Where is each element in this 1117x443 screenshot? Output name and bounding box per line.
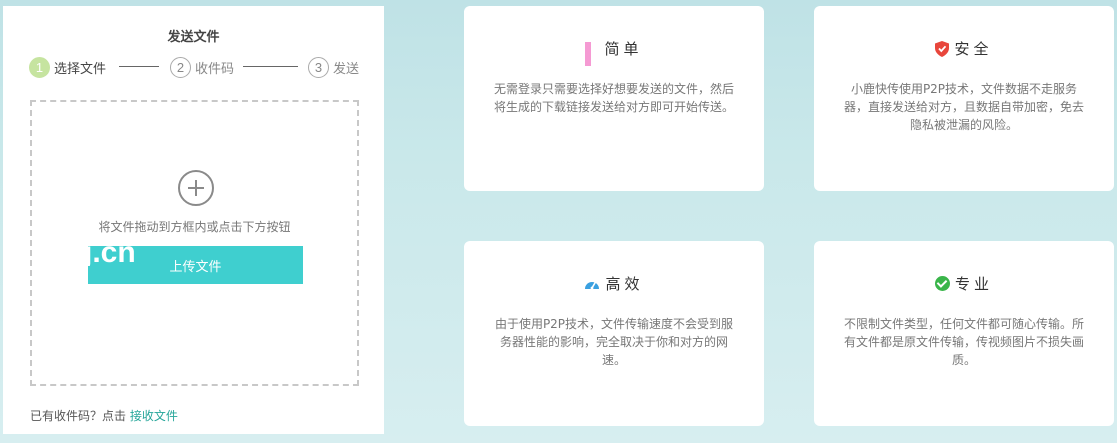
- panel-title: 发送文件: [167, 30, 220, 45]
- feature-heading: 安全: [814, 38, 1114, 59]
- feature-title: 安全: [954, 40, 993, 58]
- step-receive-code: 2 收件码: [170, 56, 234, 78]
- grid-icon: [585, 41, 599, 66]
- feature-title: 简单: [604, 40, 643, 58]
- step-label: 收件码: [195, 61, 235, 77]
- feature-heading: 高效: [464, 273, 764, 294]
- feature-card-secure: 安全 小鹿快传使用P2P技术，文件数据不走服务器，直接发送给对方，且数据自带加密…: [814, 6, 1114, 191]
- receive-row: 已有收件码？点击 接收文件: [30, 407, 178, 424]
- watermark-logo: j.cn: [84, 240, 136, 266]
- send-file-panel: 发送文件 1 选择文件 2 收件码 3 发送 将文件拖动到方框内或点击下方按钮 …: [3, 6, 384, 434]
- feature-description: 小鹿快传使用P2P技术，文件数据不走服务器，直接发送给对方，且数据自带加密，免去…: [844, 82, 1085, 132]
- feature-description: 由于使用P2P技术，文件传输速度不会受到服务器性能的影响，完全取决于你和对方的网…: [494, 317, 734, 367]
- step-divider: [119, 66, 159, 67]
- step-label: 发送: [333, 61, 360, 77]
- feature-card-professional: 专业 不限制文件类型，任何文件都可随心传输。所有文件都是原文件传输，传视频图片不…: [814, 241, 1114, 426]
- check-circle-icon: [934, 276, 950, 291]
- shield-icon: [935, 40, 950, 57]
- feature-description: 不限制文件类型，任何文件都可随心传输。所有文件都是原文件传输，传视频图片不损失画…: [844, 317, 1085, 367]
- receive-file-link[interactable]: 接收文件: [130, 409, 178, 423]
- feature-heading: 简单: [464, 38, 764, 66]
- feature-title: 高效: [605, 275, 644, 293]
- step-send: 3 发送: [308, 56, 359, 78]
- feature-card-simple: 简单 无需登录只需要选择好想要发送的文件，然后将生成的下载链接发送给对方即可开始…: [464, 6, 764, 191]
- step-divider: [243, 66, 298, 67]
- step-number: 2: [170, 56, 191, 78]
- feature-card-efficient: 高效 由于使用P2P技术，文件传输速度不会受到服务器性能的影响，完全取决于你和对…: [464, 241, 764, 426]
- feature-description: 无需登录只需要选择好想要发送的文件，然后将生成的下载链接发送给对方即可开始传送。: [494, 82, 735, 114]
- feature-title: 专业: [954, 275, 993, 293]
- drop-hint: 将文件拖动到方框内或点击下方按钮: [98, 220, 291, 234]
- step-label: 选择文件: [54, 61, 107, 77]
- add-file-icon[interactable]: [178, 170, 214, 206]
- step-number: 1: [29, 56, 50, 78]
- gauge-icon: [585, 281, 600, 289]
- step-select-file: 1 选择文件: [29, 56, 106, 78]
- receive-prompt: 已有收件码？点击: [30, 409, 127, 423]
- feature-heading: 专业: [814, 273, 1114, 294]
- step-number: 3: [308, 56, 329, 78]
